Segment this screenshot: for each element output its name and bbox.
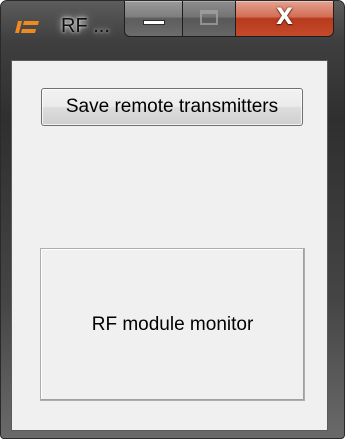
caption-buttons: X [124, 1, 334, 37]
maximize-button[interactable] [183, 1, 236, 37]
title-bar[interactable]: RF ... X [1, 1, 344, 49]
save-remote-transmitters-button[interactable]: Save remote transmitters [41, 88, 303, 126]
rf-module-monitor-button[interactable]: RF module monitor [40, 248, 305, 401]
close-button[interactable]: X [236, 1, 334, 37]
close-icon: X [276, 5, 293, 30]
minimize-button[interactable] [124, 1, 183, 37]
minimize-icon [143, 20, 165, 25]
app-window: RF ... X Save remote transmitters RF mod… [0, 0, 345, 439]
maximize-icon [200, 10, 218, 25]
window-title: RF ... [61, 15, 110, 37]
client-area: Save remote transmitters RF module monit… [11, 60, 328, 431]
rf-app-icon [15, 21, 39, 33]
